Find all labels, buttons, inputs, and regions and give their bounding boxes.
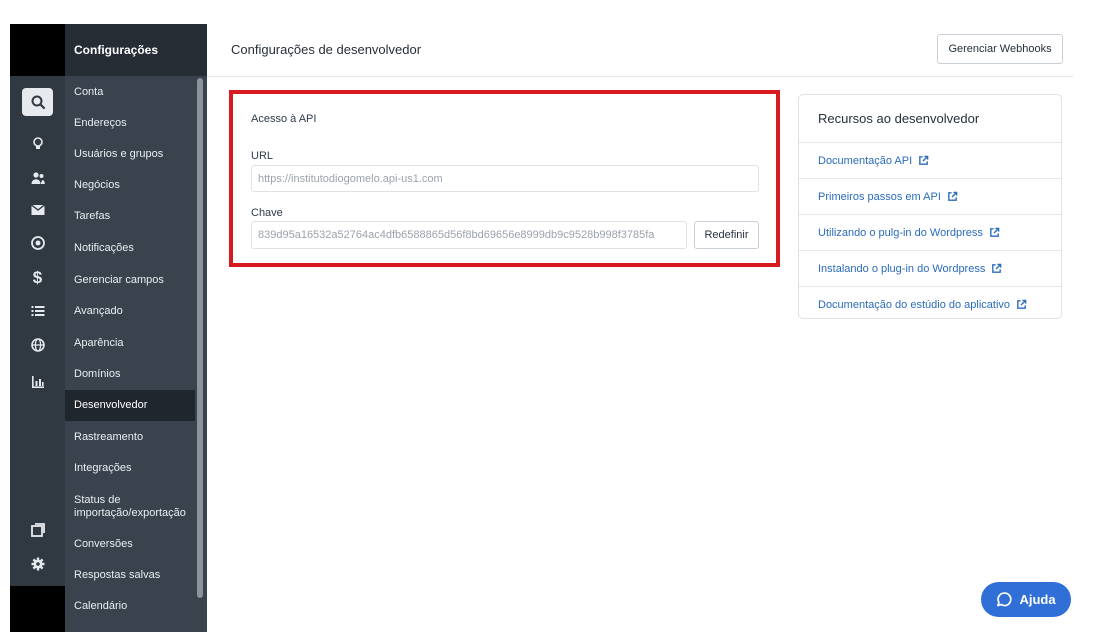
menu-item-dominios[interactable]: Domínios: [65, 368, 195, 381]
mail-icon[interactable]: [22, 196, 53, 224]
menu-item-integracoes[interactable]: Integrações: [65, 462, 195, 475]
menu-item-gerenciar-campos[interactable]: Gerenciar campos: [65, 274, 195, 287]
external-link-icon: [947, 191, 958, 202]
help-button-label: Ajuda: [1019, 592, 1056, 607]
search-icon[interactable]: [22, 88, 53, 116]
help-button[interactable]: Ajuda: [981, 582, 1071, 617]
resource-link-label: Documentação API: [818, 154, 913, 167]
page-title: Configurações de desenvolvedor: [231, 42, 422, 57]
resource-link-label: Documentação do estúdio do aplicativo: [818, 298, 1011, 311]
menu-item-notificacoes[interactable]: Notificações: [65, 242, 195, 255]
menu-item-negocios[interactable]: Negócios: [65, 179, 195, 192]
resource-link-label: Instalando o plug-in do Wordpress: [818, 262, 986, 275]
window-icon[interactable]: [22, 516, 53, 544]
external-link-icon: [918, 155, 929, 166]
settings-menu-title: Configurações: [65, 24, 207, 76]
user-avatar-area[interactable]: [10, 586, 65, 632]
external-link-icon: [1016, 299, 1027, 310]
resource-link-api-docs[interactable]: Documentação API: [799, 143, 1061, 179]
list-icon[interactable]: [22, 297, 53, 325]
resource-link-using-wordpress-plugin[interactable]: Utilizando o pulg-in do Wordpress: [799, 215, 1061, 251]
developer-resources-title: Recursos ao desenvolvedor: [799, 95, 1061, 143]
resource-link-app-studio-docs[interactable]: Documentação do estúdio do aplicativo: [799, 287, 1061, 322]
resource-link-label: Utilizando o pulg-in do Wordpress: [818, 226, 983, 239]
menu-item-rastreamento[interactable]: Rastreamento: [65, 431, 195, 444]
api-url-field[interactable]: [251, 165, 759, 192]
api-access-title: Acesso à API: [251, 113, 317, 125]
menu-item-usuarios-grupos[interactable]: Usuários e grupos: [65, 148, 195, 161]
bar-chart-icon[interactable]: [22, 368, 53, 396]
menu-item-conta[interactable]: Conta: [65, 86, 195, 99]
target-icon[interactable]: [22, 229, 53, 257]
globe-icon[interactable]: [22, 331, 53, 359]
menu-item-calendario[interactable]: Calendário: [65, 600, 195, 613]
menu-item-enderecos[interactable]: Endereços: [65, 117, 195, 130]
url-label: URL: [251, 150, 274, 162]
key-label: Chave: [251, 207, 283, 219]
contacts-icon[interactable]: [22, 164, 53, 192]
resource-link-label: Primeiros passos em API: [818, 190, 941, 203]
manage-webhooks-button[interactable]: Gerenciar Webhooks: [937, 34, 1063, 64]
menu-scrollbar[interactable]: [197, 78, 203, 598]
menu-item-desenvolvedor[interactable]: Desenvolvedor: [65, 390, 195, 421]
chat-bubble-icon: [996, 591, 1013, 608]
icon-rail: $: [10, 24, 65, 632]
menu-item-tarefas[interactable]: Tarefas: [65, 210, 195, 223]
page-header: Configurações de desenvolvedor Gerenciar…: [207, 24, 1073, 77]
resource-link-api-first-steps[interactable]: Primeiros passos em API: [799, 179, 1061, 215]
app-logo-area: [10, 24, 65, 76]
menu-item-status-importacao[interactable]: Status de importação/exportação: [65, 494, 193, 520]
external-link-icon: [991, 263, 1002, 274]
resource-link-installing-wordpress-plugin[interactable]: Instalando o plug-in do Wordpress: [799, 251, 1061, 287]
menu-item-avancado[interactable]: Avançado: [65, 305, 195, 318]
lightbulb-icon[interactable]: [22, 130, 53, 158]
reset-key-button[interactable]: Redefinir: [694, 221, 759, 249]
menu-item-respostas-salvas[interactable]: Respostas salvas: [65, 569, 195, 582]
developer-resources-card: Recursos ao desenvolvedor Documentação A…: [798, 94, 1062, 319]
dollar-icon[interactable]: $: [22, 264, 53, 292]
external-link-icon: [989, 227, 1000, 238]
api-access-card: Acesso à API URL Chave Redefinir: [229, 90, 780, 267]
gear-icon[interactable]: [22, 550, 53, 578]
settings-menu: Configurações Conta Endereços Usuários e…: [65, 24, 207, 632]
api-key-field[interactable]: [251, 221, 687, 249]
menu-item-conversoes[interactable]: Conversões: [65, 538, 195, 551]
menu-item-aparencia[interactable]: Aparência: [65, 337, 195, 350]
